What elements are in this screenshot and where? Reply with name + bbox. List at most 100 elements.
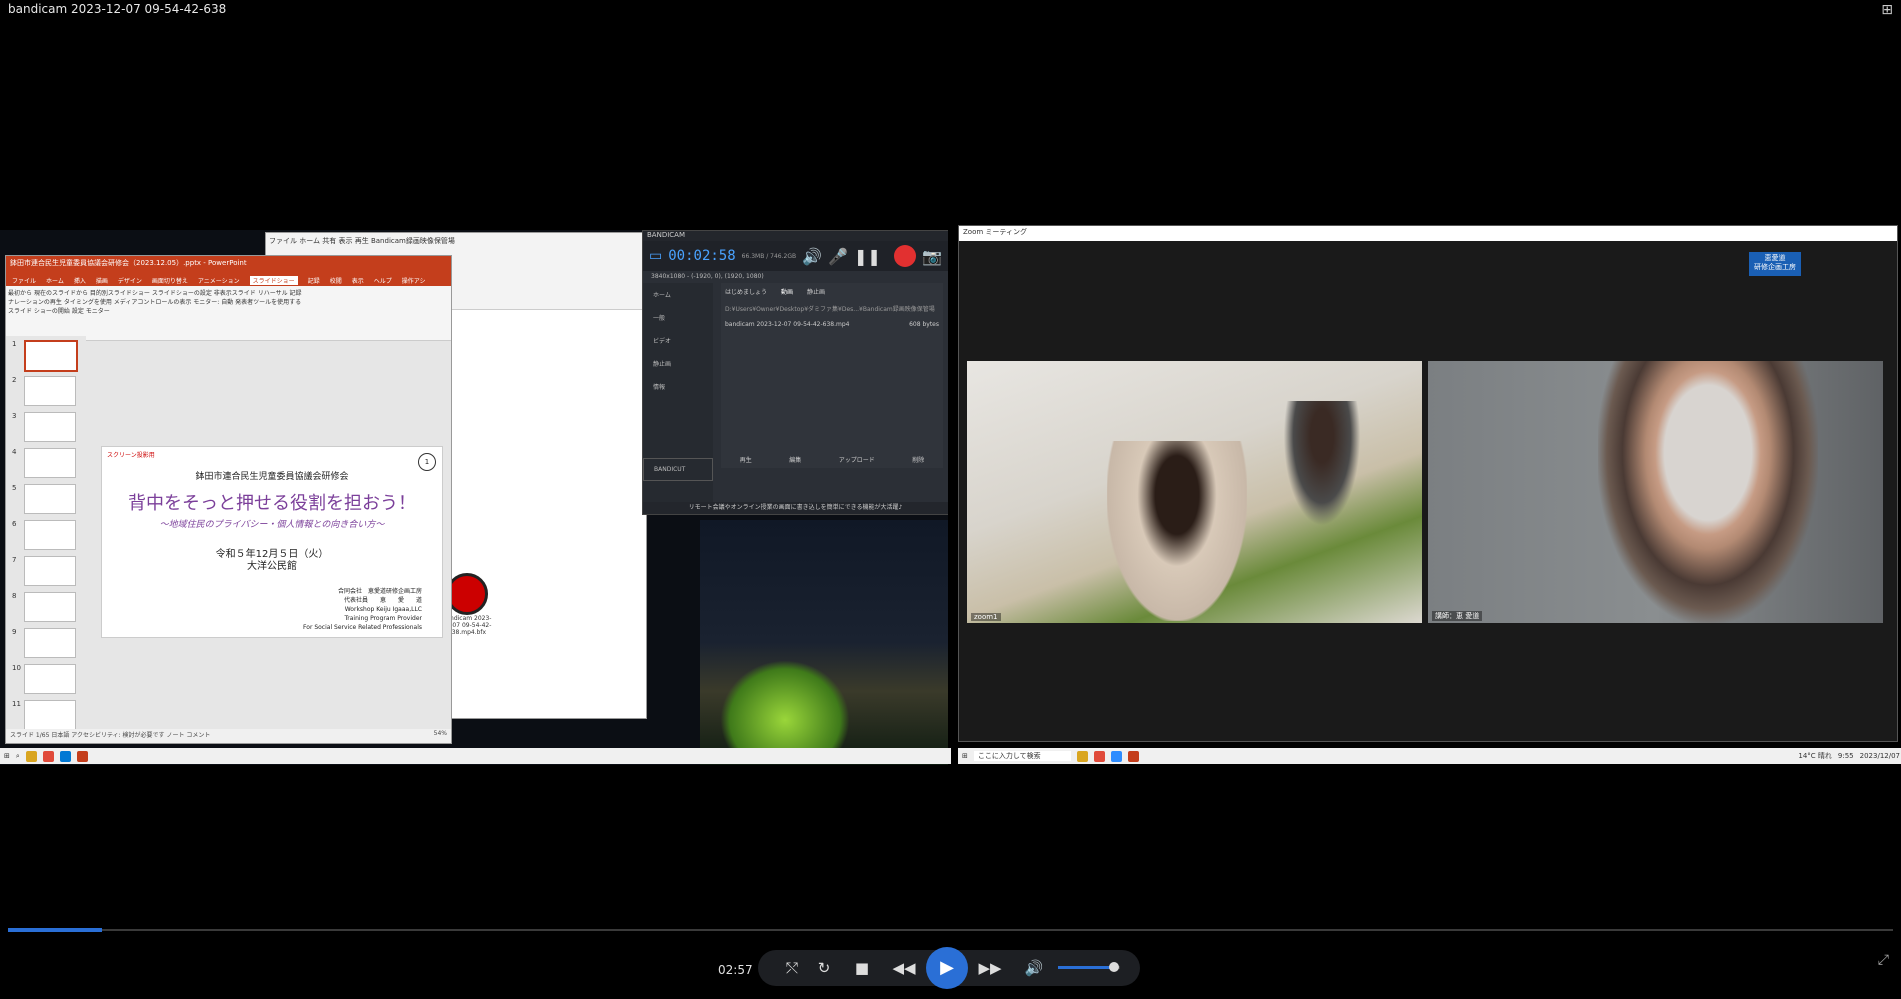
monitor-select[interactable]: 自動 [221,299,233,306]
ppt-tab[interactable]: 画面切り替え [152,276,188,285]
nav-video[interactable]: ビデオ [643,329,713,352]
slide-thumbnail[interactable] [24,412,76,442]
slide-thumbnail[interactable] [24,520,76,550]
slide-thumbnail[interactable] [24,340,78,372]
ppt-tab[interactable]: 記録 [308,276,320,285]
thumb-number: 5 [12,484,17,492]
camera-icon[interactable]: 📷 [922,247,942,266]
powerpoint-icon[interactable] [1127,750,1139,762]
edit-button[interactable]: 編集 [789,455,801,464]
nav-image[interactable]: 静止画 [643,352,713,375]
explorer-tab-share[interactable]: 共有 [322,237,336,245]
presenter-checkbox[interactable]: 発表者ツールを使用する [235,299,301,306]
grid-icon[interactable]: ⊞ [1881,2,1893,18]
custom-show-button[interactable]: 目的別スライドショー [90,290,150,297]
nav-info[interactable]: 情報 [643,375,713,398]
ppt-tab[interactable]: 表示 [352,276,364,285]
explorer-tab-home[interactable]: ホーム [299,237,320,245]
slide-thumbnail[interactable] [24,664,76,694]
powerpoint-icon[interactable] [76,750,88,762]
pause-icon[interactable]: ❚❚ [854,247,881,266]
zoom-icon[interactable] [1110,750,1122,762]
ppt-tab[interactable]: アニメーション [198,276,240,285]
explorer-tab-view[interactable]: 表示 [339,237,353,245]
slide-subtitle: ～地域住民のプライバシー・個人情報との向き合い方～ [159,520,385,530]
slide-thumbnail[interactable] [24,700,76,730]
group-label: 設定 [71,308,84,315]
ppt-tab[interactable]: ヘルプ [374,276,392,285]
mic-icon[interactable]: 🎤 [828,247,848,266]
tab-getting-started[interactable]: はじめましょう [725,287,767,296]
loop-ab-icon[interactable]: ⤲ [778,954,806,982]
slide-thumbnail[interactable] [24,448,76,478]
explorer-tab-play[interactable]: 再生 [355,237,369,245]
ppt-tab[interactable]: ホーム [46,276,64,285]
from-current-button[interactable]: 現在のスライドから [34,290,88,297]
ppt-tab[interactable]: 挿入 [74,276,86,285]
notes-button[interactable]: ノート [166,732,184,739]
ppt-tab[interactable]: ファイル [12,276,36,285]
weather[interactable]: 14°C 晴れ [1798,751,1832,761]
rewind-icon[interactable]: ◀◀ [890,954,918,982]
slide-thumbnail[interactable] [24,556,76,586]
comments-button[interactable]: コメント [186,732,210,739]
slide-thumbnail[interactable] [24,376,76,406]
ppt-tab-slideshow[interactable]: スライドショー [249,275,298,285]
progress-track[interactable] [8,929,1893,931]
nav-home[interactable]: ホーム [643,283,713,306]
edge-icon[interactable] [59,750,71,762]
explorer-tab-file[interactable]: ファイル [269,237,297,245]
tab-videos[interactable]: 動画 [781,287,793,296]
bandicut-button[interactable]: BANDICUT [643,458,713,481]
narration-checkbox[interactable]: ナレーションの再生 [8,299,62,306]
fullscreen-icon[interactable]: ⤢ [1878,952,1889,968]
video-participant-2[interactable]: 講師：恵 愛道 [1428,361,1883,623]
taskbar-search[interactable]: ここに入力して検索 [973,751,1071,761]
rehearse-button[interactable]: リハーサル [258,290,288,297]
stop-record-button[interactable] [894,245,917,267]
volume-knob[interactable] [1108,962,1119,972]
slide-thumbnail[interactable] [24,484,76,514]
zoom-level[interactable]: 54% [434,730,447,737]
record-timer: 00:02:58 [668,248,736,264]
current-slide: スクリーン投影用 1 鉢田市連合民生児童委員協議会研修会 背中をそっと押せる役割… [101,446,443,638]
ppt-tab[interactable]: 描画 [96,276,108,285]
fast-forward-icon[interactable]: ▶▶ [976,954,1004,982]
video-participant-1[interactable]: zoom1 [967,361,1422,623]
folder-icon[interactable] [1076,750,1088,762]
ppt-tab[interactable]: デザイン [118,276,142,285]
clock: 9:55 [1837,752,1854,760]
folder-icon[interactable] [25,750,37,762]
speaker-icon[interactable]: 🔊 [802,247,822,266]
setup-button[interactable]: スライドショーの設定 [152,290,212,297]
stop-icon[interactable]: ■ [848,954,876,982]
play-button[interactable]: 再生 [740,455,752,464]
start-icon[interactable]: ⊞ [4,752,10,760]
search-icon[interactable]: ⌕ [16,752,20,761]
play-icon[interactable]: ▶ [926,947,968,989]
hide-slide-button[interactable]: 非表示スライド [214,290,256,297]
chrome-icon[interactable] [42,750,54,762]
recording-file[interactable]: bandicam 2023-12-07 09-54-42-638.mp4 [725,321,850,328]
status-access[interactable]: アクセシビリティ: 検討が必要です [71,732,164,739]
start-icon[interactable]: ⊞ [962,752,968,760]
nav-general[interactable]: 一般 [643,306,713,329]
volume-icon[interactable]: 🔊 [1020,954,1048,982]
screen-mode-icon[interactable]: ▭ [649,248,662,264]
timings-checkbox[interactable]: タイミングを使用 [64,299,112,306]
delete-button[interactable]: 削除 [912,455,924,464]
ppt-tab[interactable]: 校閲 [330,276,342,285]
upload-button[interactable]: アップロード [839,455,875,464]
chrome-icon[interactable] [1093,750,1105,762]
tag-line: 恵愛道 [1764,254,1786,262]
bandicam-file-icon[interactable] [446,573,488,615]
slide-thumbnail[interactable] [24,628,76,658]
from-start-button[interactable]: 最初から [8,290,32,297]
media-checkbox[interactable]: メディアコントロールの表示 [114,299,192,306]
record-button[interactable]: 記録 [290,290,302,297]
slide-thumbnail[interactable] [24,592,76,622]
bandicam-footer[interactable]: リモート会議やオンライン授業の画面に書き込しを簡単にできる機能が大活躍♪ [643,502,948,514]
repeat-icon[interactable]: ↻ [810,954,838,982]
tab-images[interactable]: 静止画 [807,287,825,296]
ppt-tab[interactable]: 操作アシ [402,276,426,285]
